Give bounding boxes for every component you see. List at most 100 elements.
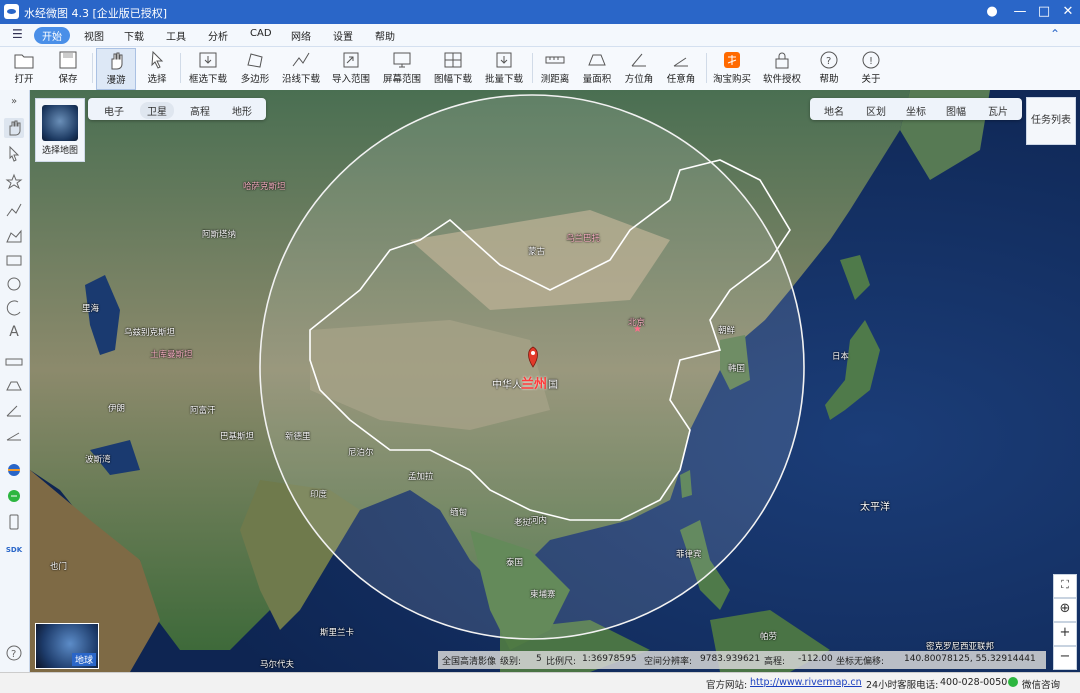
area-icon [588, 54, 606, 66]
window-title: 水经微图 4.3 [企业版已授权] [24, 7, 168, 20]
label-north-korea: 朝鲜 [718, 326, 736, 336]
any-angle-button[interactable]: 任意角 [664, 48, 698, 88]
folder-icon [14, 54, 34, 69]
svg-text:?: ? [11, 649, 16, 660]
layers-color-icon[interactable] [4, 460, 24, 480]
menu-download[interactable]: 下载 [124, 28, 144, 43]
info-icon: ! [862, 51, 880, 69]
import-icon [343, 52, 359, 68]
tab-tiles[interactable]: 瓦片 [988, 103, 1008, 118]
menu-bar: ☰ 开始 视图 下载 工具 分析 CAD 网络 设置 帮助 ⌃ [0, 24, 1080, 47]
rectangle-tool-icon[interactable] [4, 250, 24, 270]
hand-icon [111, 52, 123, 70]
link-icon[interactable] [4, 486, 24, 506]
collapse-ribbon-icon[interactable]: ⌃ [1050, 27, 1060, 41]
menu-start[interactable]: 开始 [34, 27, 70, 44]
area-tool-icon[interactable] [4, 226, 24, 246]
menu-analysis[interactable]: 分析 [208, 28, 228, 43]
box-download-button[interactable]: 框选下载 [186, 48, 230, 88]
pan-tool-icon[interactable] [4, 118, 24, 138]
about-button[interactable]: ! 关于 [854, 48, 888, 88]
level-label: 级别: [500, 657, 522, 667]
overlay-tabs: 地名 区划 坐标 图幅 瓦片 [810, 98, 1022, 120]
label-persian-gulf: 波斯湾 [85, 455, 111, 465]
marker-tool-icon[interactable] [4, 172, 24, 192]
site-link[interactable]: http://www.rivermap.cn [750, 677, 862, 688]
maximize-button[interactable]: □ [1032, 2, 1056, 22]
angle-icon [673, 57, 688, 67]
line-icon [292, 52, 310, 67]
license-button[interactable]: 软件授权 [762, 48, 802, 88]
measure-area-button[interactable]: 量面积 [580, 48, 614, 88]
tab-elevation[interactable]: 高程 [190, 103, 210, 118]
select-tool-icon[interactable] [4, 144, 24, 164]
save-button[interactable]: 保存 [50, 48, 86, 88]
polyline-tool-icon[interactable] [4, 200, 24, 220]
menu-tools[interactable]: 工具 [166, 28, 186, 43]
help-circle-icon[interactable]: ? [4, 643, 24, 663]
close-button[interactable]: ✕ [1056, 2, 1080, 22]
azimuth-tool-icon[interactable] [4, 400, 24, 420]
taobao-icon [724, 52, 740, 68]
taobao-buy-button[interactable]: 淘宝购买 [712, 48, 752, 88]
scale-value: 1:36978595 [582, 654, 637, 664]
label-china-tail: 国 [548, 380, 558, 391]
label-south-korea: 韩国 [728, 364, 746, 374]
azimuth-button[interactable]: 方位角 [622, 48, 656, 88]
select-button[interactable]: 选择 [140, 48, 174, 88]
label-maldives: 马尔代夫 [260, 660, 295, 670]
expand-panel-icon[interactable]: » [4, 96, 24, 116]
angle-tool-icon[interactable] [4, 424, 24, 444]
select-map-button[interactable]: 选择地图 [35, 98, 85, 162]
tab-electronic[interactable]: 电子 [104, 103, 124, 118]
import-range-button[interactable]: 导入范围 [329, 48, 373, 88]
map-view[interactable]: ★ 哈萨克斯坦 阿斯塔纳 里海 乌兹别克斯坦 土库曼斯坦 伊朗 阿富汗 巴基斯坦… [30, 90, 1080, 672]
toolbar-separator [706, 53, 707, 83]
mobile-icon[interactable] [4, 512, 24, 532]
tab-divisions[interactable]: 区划 [866, 103, 886, 118]
tab-satellite[interactable]: 卫星 [140, 102, 174, 119]
help-button[interactable]: ? 帮助 [812, 48, 846, 88]
measure-tool-icon[interactable] [4, 352, 24, 372]
text-tool-icon[interactable]: A [4, 324, 24, 344]
sheet-download-button[interactable]: 图幅下载 [430, 48, 476, 88]
label-nepal: 尼泊尔 [348, 448, 374, 458]
screen-range-button[interactable]: 屏幕范围 [380, 48, 424, 88]
user-icon[interactable]: ● [980, 2, 1004, 22]
open-button[interactable]: 打开 [6, 48, 42, 88]
sector-tool-icon[interactable] [4, 298, 24, 318]
locate-icon[interactable]: ⊕ [1053, 598, 1077, 622]
menu-network[interactable]: 网络 [291, 28, 311, 43]
resolution-label: 空间分辨率: [644, 657, 693, 667]
batch-download-button[interactable]: 批量下载 [484, 48, 524, 88]
level-value: 5 [536, 654, 542, 664]
label-kazakhstan: 哈萨克斯坦 [243, 182, 286, 192]
tab-sheets[interactable]: 图幅 [946, 103, 966, 118]
menu-settings[interactable]: 设置 [333, 28, 353, 43]
label-afghanistan: 阿富汗 [190, 406, 216, 416]
wechat-consult-link[interactable]: 微信咨询 [1022, 677, 1060, 691]
hamburger-menu-icon[interactable]: ☰ [12, 27, 23, 41]
globe-minimap[interactable]: 地球 [35, 623, 99, 669]
zoom-out-button[interactable]: − [1053, 646, 1077, 670]
select-map-label: 选择地图 [41, 146, 78, 156]
tab-coordinates[interactable]: 坐标 [906, 103, 926, 118]
tab-terrain[interactable]: 地形 [232, 103, 252, 118]
circle-tool-icon[interactable] [4, 274, 24, 294]
pan-button[interactable]: 漫游 [96, 48, 136, 90]
label-kazakhstan-2: 阿斯塔纳 [202, 230, 237, 240]
area-measure-icon[interactable] [4, 376, 24, 396]
menu-cad[interactable]: CAD [250, 28, 272, 39]
batch-download-icon [496, 52, 512, 68]
menu-help[interactable]: 帮助 [375, 28, 395, 43]
polygon-button[interactable]: 多边形 [238, 48, 272, 88]
tab-place-names[interactable]: 地名 [824, 103, 844, 118]
line-download-button[interactable]: 沿线下载 [281, 48, 321, 88]
sdk-icon[interactable]: SDK [4, 540, 24, 560]
menu-view[interactable]: 视图 [84, 28, 104, 43]
fullscreen-icon[interactable]: ⛶ [1053, 574, 1077, 598]
measure-distance-button[interactable]: 测距离 [538, 48, 572, 88]
task-list-button[interactable]: 任务列表 [1026, 97, 1076, 145]
zoom-in-button[interactable]: + [1053, 622, 1077, 646]
minimize-button[interactable]: — [1008, 2, 1032, 22]
